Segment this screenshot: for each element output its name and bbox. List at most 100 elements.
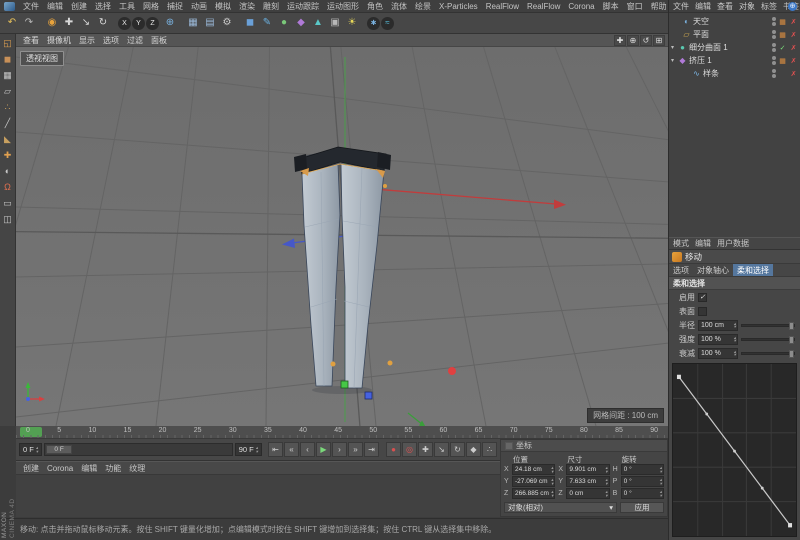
stepper[interactable]: ▴▾ <box>734 350 736 356</box>
coordinate-field[interactable]: 0 ° ▴▾ <box>621 464 664 475</box>
z-axis-lock-icon[interactable]: Z <box>146 17 159 30</box>
stepper[interactable]: ▴▾ <box>36 446 38 452</box>
stepper-down-icon[interactable]: ▾ <box>605 470 607 473</box>
object-row[interactable]: ▾ ◆ 挤压 1 ▦ ✗ <box>669 54 800 67</box>
visibility-dots[interactable] <box>772 43 776 52</box>
scale-tool-icon[interactable]: ↘ <box>78 15 94 31</box>
y-axis-lock-icon[interactable]: Y <box>132 17 145 30</box>
menu-item[interactable]: 流体 <box>387 1 411 12</box>
object-tag-icon[interactable]: ▦ <box>778 57 787 65</box>
stepper-down-icon[interactable]: ▾ <box>605 494 607 497</box>
attribute-menu-item[interactable]: 模式 <box>670 238 692 249</box>
stepper[interactable]: ▴▾ <box>660 490 662 496</box>
viewport-menu-item[interactable]: 显示 <box>75 35 99 46</box>
slider-knob[interactable] <box>789 336 794 344</box>
panel-grip-icon[interactable] <box>505 442 513 450</box>
object-label[interactable]: 天空 <box>693 16 770 27</box>
parameter-slider[interactable] <box>741 324 795 327</box>
viewport-menu-item[interactable]: 面板 <box>147 35 171 46</box>
stepper-down-icon[interactable]: ▾ <box>256 450 258 453</box>
viewport-menu-item[interactable]: 查看 <box>19 35 43 46</box>
record-keyframe-button[interactable]: ● <box>386 442 401 457</box>
object-menu-item[interactable]: 标签 <box>758 1 780 12</box>
stepper-down-icon[interactable]: ▾ <box>660 494 662 497</box>
menu-item[interactable]: 运动图形 <box>323 1 363 12</box>
menu-item[interactable]: 动画 <box>187 1 211 12</box>
edges-mode-icon[interactable]: ╱ <box>1 117 14 129</box>
soft-selection-section-header[interactable]: 柔和选择 <box>669 277 800 290</box>
menu-item[interactable]: 运动跟踪 <box>283 1 323 12</box>
attribute-tab[interactable]: 对象轴心 <box>693 264 733 276</box>
object-label[interactable]: 样条 <box>703 68 770 79</box>
visibility-dots[interactable] <box>772 17 776 26</box>
locked-workplane-icon[interactable]: ◫ <box>1 213 14 225</box>
stepper[interactable]: ▴▾ <box>551 490 553 496</box>
menu-item[interactable]: 窗口 <box>623 1 647 12</box>
menu-item[interactable]: RealFlow <box>523 2 564 11</box>
stepper[interactable]: ▴▾ <box>660 478 662 484</box>
viewport-solo-icon[interactable]: ◐ <box>1 165 14 177</box>
stepper-down-icon[interactable]: ▾ <box>36 450 38 453</box>
viewport-menu-item[interactable]: 选项 <box>99 35 123 46</box>
coordinate-field[interactable]: 24.18 cm ▴▾ <box>512 464 555 475</box>
object-row[interactable]: ▾ ● 细分曲面 1 ✓ ✗ <box>669 41 800 54</box>
expand-caret-icon[interactable]: ▾ <box>669 57 676 64</box>
parameter-slider[interactable] <box>741 338 795 341</box>
object-menu-item[interactable]: 编辑 <box>692 1 714 12</box>
attribute-menu-item[interactable]: 编辑 <box>692 238 714 249</box>
menu-item[interactable]: 渲染 <box>235 1 259 12</box>
coordinate-field[interactable]: 9.901 cm ▴▾ <box>566 464 609 475</box>
next-key-button[interactable]: » <box>348 442 363 457</box>
menu-item[interactable]: 创建 <box>67 1 91 12</box>
expand-caret-icon[interactable]: ▾ <box>669 44 676 51</box>
stepper-down-icon[interactable]: ▾ <box>551 470 553 473</box>
workplane-snap-icon[interactable]: ▭ <box>1 197 14 209</box>
add-generator-icon[interactable]: ● <box>276 15 292 31</box>
menu-item[interactable]: 编辑 <box>43 1 67 12</box>
object-tag-icon[interactable]: ▦ <box>778 18 787 26</box>
object-menu-item[interactable]: 查看 <box>714 1 736 12</box>
object-tag-icon[interactable]: ✗ <box>789 44 798 52</box>
object-tree[interactable]: ◐ 天空 ▦ ✗ ▱ 平面 ▦ ✗ ▾ ● <box>669 13 800 237</box>
object-tag-icon[interactable]: ✗ <box>789 57 798 65</box>
viewport-canvas[interactable] <box>16 47 668 426</box>
coordinate-field[interactable]: -27.069 cm ▴▾ <box>512 476 555 487</box>
menu-item[interactable]: 工具 <box>115 1 139 12</box>
menu-item[interactable]: 网格 <box>139 1 163 12</box>
stepper-down-icon[interactable]: ▾ <box>734 353 736 356</box>
object-row[interactable]: ◐ 天空 ▦ ✗ <box>669 15 800 28</box>
surface-checkbox[interactable] <box>698 307 707 316</box>
menu-item[interactable]: 绘景 <box>411 1 435 12</box>
add-camera-icon[interactable]: ▣ <box>327 15 343 31</box>
menu-item[interactable]: X-Particles <box>435 2 482 11</box>
texture-mode-icon[interactable]: ▦ <box>1 69 14 81</box>
menu-item[interactable]: 雕刻 <box>259 1 283 12</box>
falloff-curve-editor[interactable] <box>672 363 797 537</box>
realflow-icon[interactable]: ≈ <box>381 17 394 30</box>
workplane-mode-icon[interactable]: ▱ <box>1 85 14 97</box>
stepper-down-icon[interactable]: ▾ <box>734 325 736 328</box>
coordinate-field[interactable]: 7.633 cm ▴▾ <box>566 476 609 487</box>
object-row[interactable]: ∿ 样条 ✗ <box>669 67 800 80</box>
apply-button[interactable]: 应用 <box>620 502 664 513</box>
online-globe-icon[interactable]: ⊕ <box>788 2 797 11</box>
add-light-icon[interactable]: ☀ <box>344 15 360 31</box>
end-frame-field[interactable]: 90 F ▴▾ <box>235 443 262 456</box>
next-frame-button[interactable]: › <box>332 442 347 457</box>
object-label[interactable]: 细分曲面 1 <box>689 42 770 53</box>
stepper[interactable]: ▴▾ <box>605 478 607 484</box>
parameter-field[interactable]: 100 % ▴▾ <box>698 348 738 359</box>
toggle-view-icon[interactable]: ⊞ <box>653 35 665 46</box>
record-scale-button[interactable]: ↘ <box>434 442 449 457</box>
zoom-view-icon[interactable]: ⊕ <box>627 35 639 46</box>
stepper[interactable]: ▴▾ <box>256 446 258 452</box>
add-environment-icon[interactable]: ▲ <box>310 15 326 31</box>
stepper[interactable]: ▴▾ <box>551 478 553 484</box>
parameter-slider[interactable] <box>741 352 795 355</box>
stepper-down-icon[interactable]: ▾ <box>551 482 553 485</box>
current-frame-field[interactable]: 0 F ▴▾ <box>19 443 42 456</box>
play-button[interactable]: ▶ <box>316 442 331 457</box>
timeline-slider[interactable]: 0 F <box>44 443 233 456</box>
render-view-icon[interactable]: ▦ <box>185 15 201 31</box>
object-row[interactable]: ▱ 平面 ▦ ✗ <box>669 28 800 41</box>
